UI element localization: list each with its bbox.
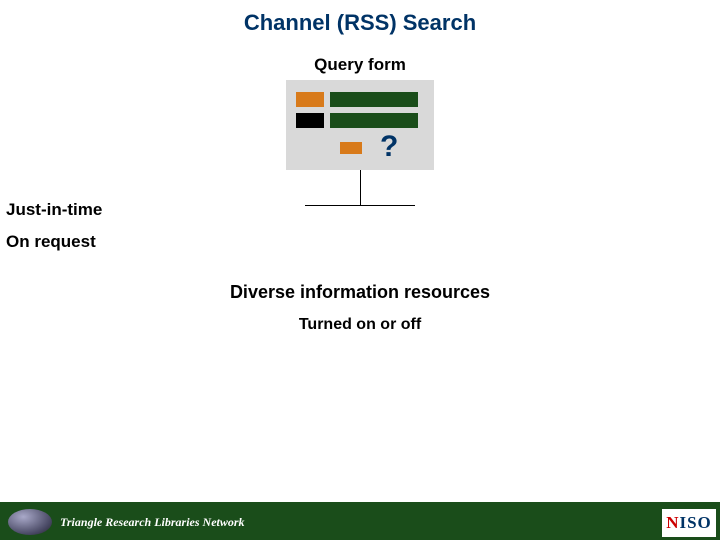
field-bar-1 [330,92,418,107]
label-on-request: On request [6,232,96,252]
slide: Channel (RSS) Search Query form ? Just-i… [0,0,720,540]
niso-logo-text: NISO [666,513,712,533]
niso-n: N [666,513,679,532]
label-turned-on-off: Turned on or off [0,316,720,334]
label-just-in-time: Just-in-time [6,200,102,220]
niso-iso: ISO [679,513,711,532]
field-swatch-black [296,113,324,128]
slide-title: Channel (RSS) Search [0,10,720,36]
footer-logo-icon [8,509,52,535]
question-mark-icon: ? [380,130,398,164]
field-bar-2 [330,113,418,128]
query-form-label: Query form [0,55,720,75]
footer-org-name: Triangle Research Libraries Network [60,515,245,530]
connector-vertical [360,170,361,205]
connector-horizontal [305,205,415,206]
niso-badge: NISO [662,509,716,537]
submit-swatch-orange [340,142,362,154]
footer-bar: Triangle Research Libraries Network NISO [0,502,720,540]
label-diverse-resources: Diverse information resources [0,282,720,303]
field-swatch-orange [296,92,324,107]
